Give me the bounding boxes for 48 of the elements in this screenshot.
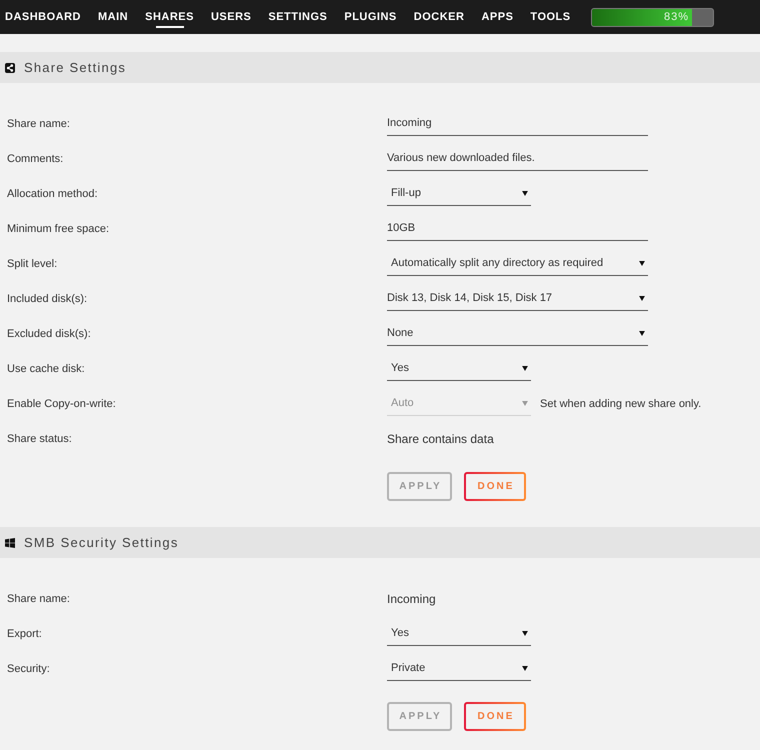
field-label: Share name:: [7, 118, 71, 130]
text-field[interactable]: 10GB: [387, 216, 648, 240]
caret-icon: [522, 366, 528, 370]
field-label: Included disk(s):: [7, 292, 88, 304]
nav-tab[interactable]: APPS: [481, 0, 514, 34]
nav-tab[interactable]: DASHBOARD: [5, 0, 81, 34]
field-label: Split level:: [7, 258, 58, 270]
dropdown-field[interactable]: Fill-up: [387, 182, 531, 206]
value-text: Share contains data: [387, 432, 494, 446]
caret-icon: [522, 666, 528, 670]
field-label: Security:: [7, 662, 51, 674]
dropdown-field[interactable]: Yes: [387, 622, 531, 646]
caret-icon: [639, 296, 645, 300]
nav-tab[interactable]: PLUGINS: [344, 0, 397, 34]
dropdown-field[interactable]: Yes: [387, 356, 531, 380]
field-label: Allocation method:: [7, 188, 98, 200]
field-label: Use cache disk:: [7, 362, 86, 374]
caret-icon: [522, 400, 528, 406]
nav-tab[interactable]: MAIN: [98, 0, 128, 34]
field-label: Comments:: [7, 152, 64, 164]
dropdown-field[interactable]: Automatically split any directory as required: [387, 252, 648, 276]
field-label: Minimum free space:: [7, 222, 110, 234]
field-label: Enable Copy-on-write:: [7, 398, 117, 410]
value-text: Incoming: [387, 592, 436, 606]
text-field[interactable]: Various new downloaded files.: [387, 146, 648, 170]
nav-tab[interactable]: SHARES: [145, 0, 194, 34]
windows-logo-icon: [5, 538, 15, 548]
field-label: Export:: [7, 628, 43, 640]
dropdown-field[interactable]: Private: [387, 656, 531, 680]
usage-percent: 83%: [664, 11, 690, 23]
nav-tab[interactable]: TOOLS: [530, 0, 571, 34]
hint-text: Set when adding new share only.: [540, 398, 702, 410]
nav-tab[interactable]: DOCKER: [414, 0, 464, 34]
text-field[interactable]: Incoming: [387, 112, 648, 136]
nav-tab[interactable]: USERS: [210, 0, 252, 34]
section-title: Share Settings: [24, 60, 126, 75]
field-label: Share status:: [7, 432, 73, 444]
dropdown-field[interactable]: None: [387, 322, 648, 346]
caret-icon: [522, 190, 528, 196]
dropdown-field[interactable]: Disk 13, Disk 14, Disk 15, Disk 17: [387, 286, 648, 310]
section-title: SMB Security Settings: [24, 535, 179, 550]
caret-icon: [522, 630, 528, 636]
field-label: Share name:: [7, 592, 71, 604]
nav-tab[interactable]: SETTINGS: [268, 0, 328, 34]
caret-icon: [639, 330, 645, 336]
caret-icon: [639, 260, 645, 266]
field-label: Excluded disk(s):: [7, 328, 92, 340]
share-icon: [5, 62, 15, 72]
